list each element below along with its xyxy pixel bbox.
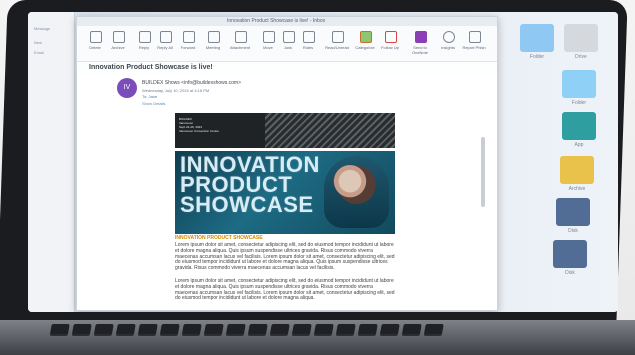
newsletter-header: BUILDEX Vancouver Sept 24-26, 2024 Vanco… [175, 113, 395, 148]
drive-icon[interactable] [564, 24, 598, 52]
desktop-label: Disk [565, 270, 575, 276]
forward-label: Forward [180, 45, 196, 50]
subject-bar: Innovation Product Showcase is live! [77, 62, 497, 75]
keyboard-key[interactable] [137, 324, 158, 336]
desktop-label: Folder [571, 100, 587, 106]
email-date: Wednesday, July 10, 2024 at 4:16 PM [142, 88, 210, 93]
insights-icon [443, 31, 455, 43]
keyboard-key[interactable] [335, 324, 356, 336]
headline-line: SHOWCASE [180, 192, 314, 217]
body-paragraph-2: Lorem ipsum dolor sit amet, consectetur … [175, 278, 395, 302]
scrollbar[interactable] [481, 137, 485, 207]
app-icon[interactable] [562, 112, 596, 140]
body-paragraph-1: Lorem ipsum dolor sit amet, consectetur … [175, 242, 395, 272]
attachment-label: Attachment [229, 45, 251, 50]
meeting-icon [208, 31, 220, 43]
categorize-label: Categorize [355, 45, 375, 50]
keyboard-key[interactable] [313, 324, 334, 336]
keyboard-key[interactable] [159, 324, 180, 336]
meeting-label: Meeting [205, 45, 221, 50]
keyboard-key[interactable] [423, 324, 444, 336]
showcase-hero: INNOVATION PRODUCT SHOWCASE [175, 151, 395, 234]
laptop-screen: Message New Email Innovation Product Sho… [28, 12, 618, 312]
sidebar-label: Email [34, 50, 45, 55]
read-icon [332, 31, 344, 43]
hero-person-image [324, 156, 389, 228]
email-subject: Innovation Product Showcase is live! [89, 64, 213, 71]
show-details-link[interactable]: Show Details [142, 101, 165, 106]
reply-icon [139, 31, 151, 43]
keyboard-key[interactable] [269, 324, 290, 336]
keyboard-key[interactable] [225, 324, 246, 336]
toolbar-ribbon: Delete Archive Reply Reply All Forward M… [77, 26, 497, 62]
keyboard-key[interactable] [401, 324, 422, 336]
folder-icon[interactable] [520, 24, 554, 52]
report-phish-label: Report Phish [462, 45, 486, 50]
disk-icon[interactable] [553, 240, 587, 268]
attachment-icon [235, 31, 247, 43]
desktop-label: Archive [568, 186, 586, 192]
email-recipient: To: Jane [142, 94, 158, 99]
categorize-icon [360, 31, 372, 43]
reply-all-label: Reply All [157, 45, 173, 50]
phish-icon [469, 31, 481, 43]
rules-label: Rules [302, 45, 314, 50]
forward-icon [183, 31, 195, 43]
keyboard-key[interactable] [49, 324, 70, 336]
keyboard-key[interactable] [247, 324, 268, 336]
rules-icon [303, 31, 315, 43]
archive-icon [113, 31, 125, 43]
flag-icon [385, 31, 397, 43]
delete-label: Delete [89, 45, 101, 50]
window-title: Innovation Product Showcase is live! - I… [227, 18, 326, 24]
insights-label: Insights [441, 45, 455, 50]
photo-scene: Message New Email Innovation Product Sho… [0, 0, 635, 355]
sidebar-label: New [34, 40, 43, 45]
avatar: IV [117, 78, 137, 98]
folder-icon[interactable] [562, 70, 596, 98]
keyboard-key[interactable] [379, 324, 400, 336]
follow-up-label: Follow Up [381, 45, 399, 50]
junk-label: Junk [283, 45, 293, 50]
onenote-icon [415, 31, 427, 43]
junk-icon [283, 31, 295, 43]
desktop-label: App [574, 142, 584, 148]
showcase-headline: INNOVATION PRODUCT SHOWCASE [180, 154, 320, 217]
keyboard-key[interactable] [93, 324, 114, 336]
move-label: Move [263, 45, 273, 50]
archive-folder-icon[interactable] [560, 156, 594, 184]
desktop-label: Disk [568, 228, 578, 234]
section-title: INNOVATION PRODUCT SHOWCASE [175, 235, 263, 241]
reply-label: Reply [138, 45, 150, 50]
keyboard-key[interactable] [181, 324, 202, 336]
reply-all-icon [160, 31, 172, 43]
header-pattern [265, 113, 395, 148]
sidebar-label: Message [34, 26, 51, 31]
email-message-body: BUILDEX Vancouver Sept 24-26, 2024 Vanco… [175, 113, 395, 303]
keyboard-key[interactable] [357, 324, 378, 336]
desktop-label: Drive [575, 54, 587, 60]
read-unread-label: Read/Unread [325, 45, 349, 50]
keyboard-key[interactable] [115, 324, 136, 336]
send-to-onenote-label: Send to OneNote [411, 45, 428, 55]
disk-icon[interactable] [556, 198, 590, 226]
mail-window: Innovation Product Showcase is live! - I… [76, 16, 498, 311]
email-sender: BUILDEX Shows <info@buildexshows.com> [142, 80, 242, 86]
mail-sidebar: Message New Email [28, 12, 75, 312]
header-line: Vancouver Convention Centre [179, 129, 219, 133]
move-icon [263, 31, 275, 43]
keyboard-key[interactable] [71, 324, 92, 336]
archive-label: Archive [111, 45, 125, 50]
keyboard-key[interactable] [291, 324, 312, 336]
header-small-text: BUILDEX Vancouver Sept 24-26, 2024 Vanco… [179, 117, 219, 133]
trash-icon [90, 31, 102, 43]
keyboard-key[interactable] [203, 324, 224, 336]
keyboard [46, 314, 483, 354]
